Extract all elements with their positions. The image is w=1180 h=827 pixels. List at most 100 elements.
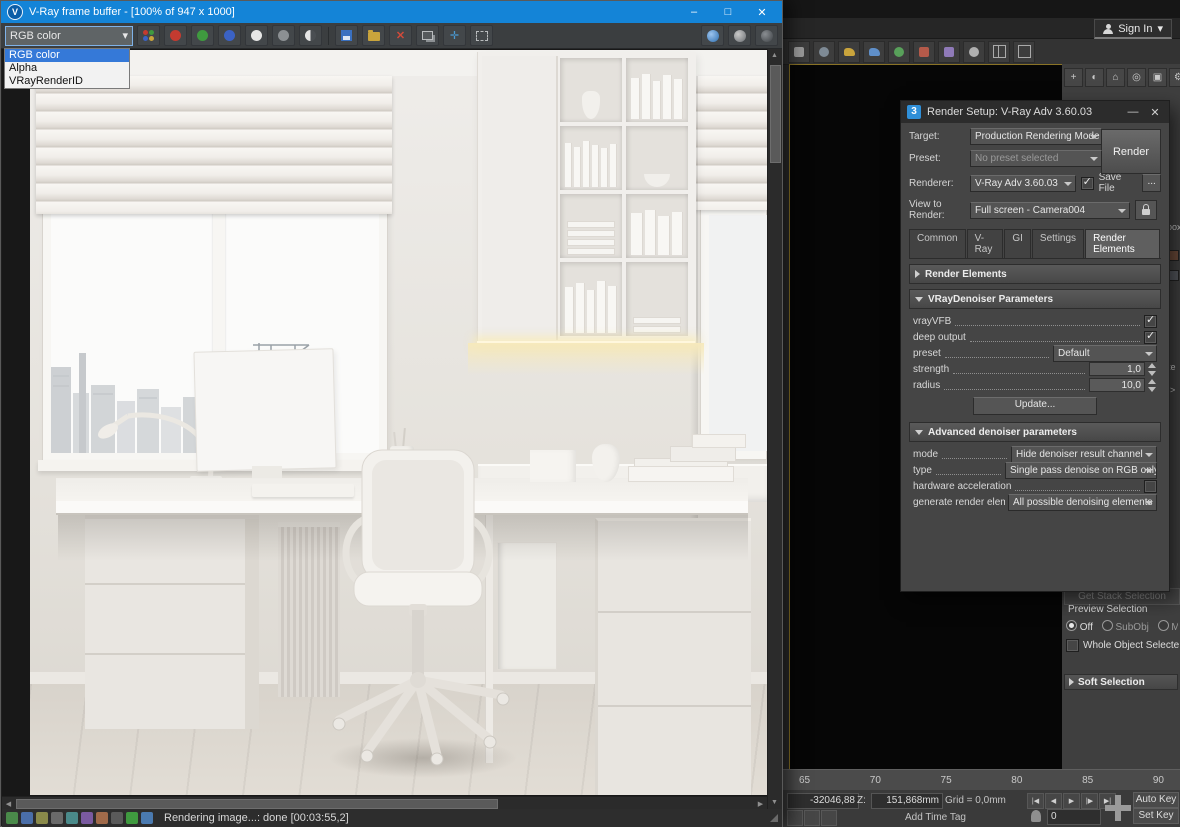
minimize-icon[interactable]: — (1125, 106, 1141, 118)
vertical-scroll-thumb[interactable] (770, 65, 781, 163)
resize-grip-icon[interactable] (770, 814, 778, 822)
type-select[interactable]: Single pass denoise on RGB only (1005, 462, 1157, 479)
close-icon[interactable]: ✕ (748, 6, 776, 19)
statusbar-mini-icon[interactable] (787, 810, 803, 826)
blue-channel-icon[interactable] (218, 25, 241, 46)
sign-in-button[interactable]: Sign In ▾ (1094, 19, 1172, 39)
status-icon[interactable] (81, 812, 93, 824)
radius-field[interactable]: 10,0 (1089, 378, 1145, 392)
strength-field[interactable]: 1,0 (1089, 362, 1145, 376)
toolbar-icon[interactable] (913, 41, 935, 63)
browse-button[interactable]: ... (1142, 174, 1161, 192)
dropdown-option-rgb[interactable]: RGB color (5, 49, 129, 62)
update-button[interactable]: Update... (973, 397, 1097, 415)
tab-common[interactable]: Common (909, 229, 966, 258)
toolbar-icon[interactable] (888, 41, 910, 63)
horizontal-scroll-thumb[interactable] (16, 799, 498, 809)
render-setup-titlebar[interactable]: 3 Render Setup: V-Ray Adv 3.60.03 — ✕ (901, 101, 1169, 123)
clear-image-icon[interactable]: ✕ (389, 25, 412, 46)
toolbar-icon[interactable] (813, 41, 835, 63)
compare-half-icon[interactable] (299, 25, 322, 46)
tab-settings[interactable]: Settings (1032, 229, 1084, 258)
coordinate-x-field[interactable]: -32046,88 (787, 793, 859, 809)
hierarchy-tab-icon[interactable]: ⌂ (1106, 68, 1125, 87)
auto-key-button[interactable]: Auto Key (1133, 792, 1179, 808)
mode-select[interactable]: Hide denoiser result channel (1011, 446, 1157, 463)
go-start-button[interactable]: |◀ (1027, 793, 1044, 809)
load-image-icon[interactable] (362, 25, 385, 46)
statusbar-mini-icon[interactable] (804, 810, 820, 826)
nav-plus-icon[interactable] (1105, 795, 1131, 821)
render-last-icon[interactable] (701, 25, 724, 46)
renderer-select[interactable]: V-Ray Adv 3.60.03 (970, 175, 1076, 192)
next-frame-button[interactable]: |▶ (1081, 793, 1098, 809)
track-mouse-icon[interactable]: ✛ (443, 25, 466, 46)
utilities-tab-icon[interactable]: ⚙ (1169, 68, 1180, 87)
preset-select[interactable]: No preset selected (970, 150, 1102, 167)
whole-object-checkbox[interactable] (1066, 639, 1079, 652)
save-file-checkbox[interactable] (1081, 177, 1094, 190)
radio-subobj[interactable] (1102, 620, 1113, 631)
generate-elements-select[interactable]: All possible denoising elements (1008, 494, 1157, 511)
toolbar-icon[interactable] (963, 41, 985, 63)
tab-gi[interactable]: GI (1004, 229, 1031, 258)
green-channel-icon[interactable] (191, 25, 214, 46)
set-key-button[interactable]: Set Key (1133, 808, 1179, 824)
status-icon[interactable] (141, 812, 153, 824)
scroll-down-icon[interactable]: ▼ (768, 796, 781, 809)
scroll-up-icon[interactable]: ▲ (768, 49, 781, 62)
current-frame-field[interactable]: 0 (1047, 809, 1101, 825)
minimize-icon[interactable]: – (680, 6, 708, 18)
save-image-icon[interactable] (335, 25, 358, 46)
status-icon[interactable] (51, 812, 63, 824)
vray-options-icon[interactable] (728, 25, 751, 46)
hardware-acceleration-checkbox[interactable] (1144, 480, 1157, 493)
status-icon[interactable] (6, 812, 18, 824)
render-elements-rollout[interactable]: Render Elements (909, 264, 1161, 284)
motion-tab-icon[interactable]: ◎ (1127, 68, 1146, 87)
lock-view-button[interactable] (1135, 200, 1157, 220)
vfb-titlebar[interactable]: V V-Ray frame buffer - [100% of 947 x 10… (1, 1, 782, 23)
toolbar-icon[interactable] (988, 41, 1010, 63)
add-time-tag-label[interactable]: Add Time Tag (905, 812, 966, 823)
play-button[interactable]: ▶ (1063, 793, 1080, 809)
modify-tab-icon[interactable]: ◐ (1085, 68, 1104, 87)
timeline-ruler[interactable]: 65 70 75 80 85 90 (783, 769, 1180, 791)
toolbar-icon[interactable] (788, 41, 810, 63)
display-tab-icon[interactable]: ▣ (1148, 68, 1167, 87)
tab-render-elements[interactable]: Render Elements (1085, 229, 1160, 258)
deep-output-checkbox[interactable] (1144, 331, 1157, 344)
statusbar-mini-icon[interactable] (821, 810, 837, 826)
tab-vray[interactable]: V-Ray (967, 229, 1004, 258)
denoiser-preset-select[interactable]: Default (1053, 345, 1157, 362)
toolbar-icon[interactable] (1013, 41, 1035, 63)
status-icon[interactable] (36, 812, 48, 824)
stop-render-icon[interactable] (755, 25, 778, 46)
create-tab-icon[interactable]: + (1064, 68, 1083, 87)
toolbar-icon[interactable] (863, 41, 885, 63)
vrayvfb-checkbox[interactable] (1144, 315, 1157, 328)
status-icon[interactable] (66, 812, 78, 824)
status-icon[interactable] (96, 812, 108, 824)
radio-mul[interactable] (1158, 620, 1169, 631)
render-button[interactable]: Render (1101, 129, 1161, 174)
test-colors-icon[interactable] (137, 25, 160, 46)
radio-off[interactable] (1066, 620, 1077, 631)
target-select[interactable]: Production Rendering Mode (970, 128, 1102, 145)
toolbar-icon[interactable] (938, 41, 960, 63)
status-icon[interactable] (111, 812, 123, 824)
strength-spinner[interactable] (1146, 362, 1157, 377)
soft-selection-rollout[interactable]: Soft Selection (1064, 674, 1178, 690)
status-icon[interactable] (21, 812, 33, 824)
dropdown-option-alpha[interactable]: Alpha (5, 62, 129, 75)
duplicate-buffer-icon[interactable] (416, 25, 439, 46)
channel-select[interactable]: RGB color ▾ (5, 26, 133, 46)
alpha-channel-icon[interactable] (272, 25, 295, 46)
status-icon[interactable] (126, 812, 138, 824)
dropdown-option-vrayrenderid[interactable]: VRayRenderID (5, 75, 129, 88)
toolbar-icon[interactable] (838, 41, 860, 63)
red-channel-icon[interactable] (164, 25, 187, 46)
advanced-denoiser-rollout[interactable]: Advanced denoiser parameters (909, 422, 1161, 442)
vertical-scrollbar[interactable]: ▲ ▼ (767, 49, 782, 809)
horizontal-scrollbar[interactable]: ◀ ▶ (2, 796, 767, 810)
